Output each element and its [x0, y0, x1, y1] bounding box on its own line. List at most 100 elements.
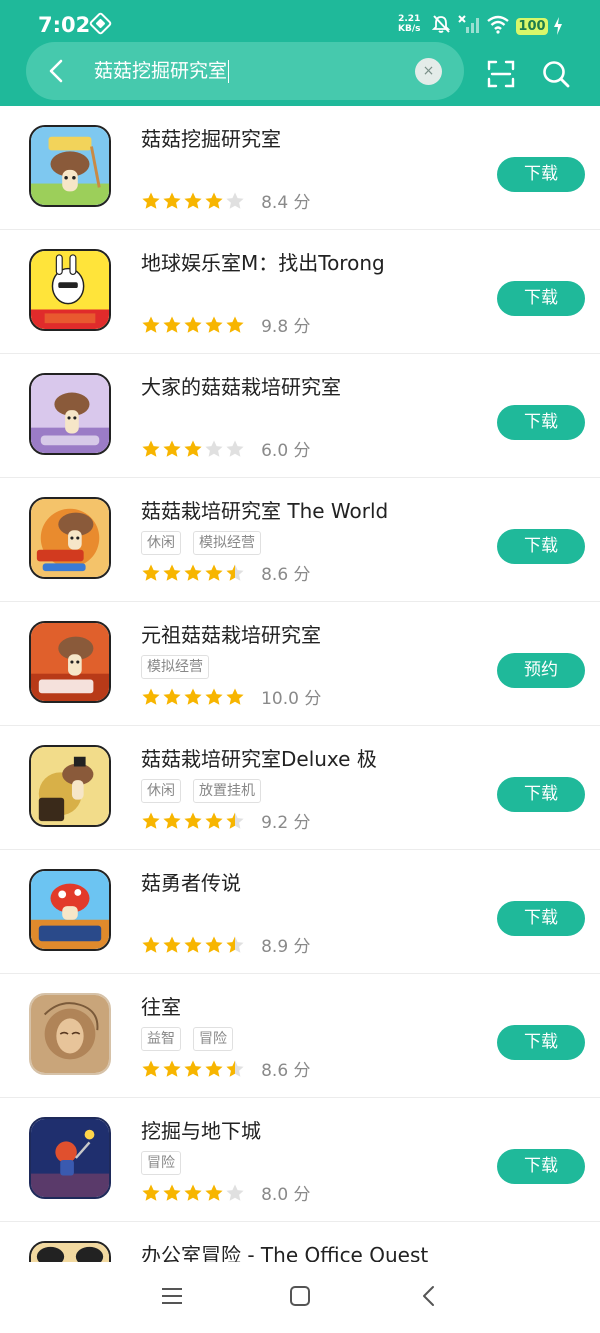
star-rating	[141, 439, 246, 459]
score-text: 9.8 分	[261, 317, 311, 337]
score-text: 6.0 分	[261, 441, 311, 461]
text-cursor	[228, 60, 229, 83]
app-icon-wangshi[interactable]	[29, 993, 111, 1075]
score-text: 8.6 分	[261, 1061, 311, 1081]
list-item[interactable]: 挖掘与地下城 冒险 8.0 分 下载	[0, 1098, 600, 1222]
star-rating	[141, 315, 246, 335]
star-icon	[142, 1184, 160, 1201]
rating: 8.6 分	[141, 560, 311, 585]
star-icon	[226, 936, 244, 953]
app-title[interactable]: 菇勇者传说	[141, 867, 241, 896]
genre-tag: 休闲	[141, 531, 181, 555]
app-title[interactable]: 办公室冒险 - The Office Quest	[141, 1239, 428, 1262]
app-icon-everyone-mushroom[interactable]	[29, 373, 111, 455]
download-button[interactable]: 下载	[497, 157, 585, 192]
star-icon	[226, 316, 244, 333]
network-speed-unit: KB/s	[398, 24, 421, 34]
list-item[interactable]: 菇菇挖掘研究室 8.4 分 下载	[0, 106, 600, 230]
app-title[interactable]: 挖掘与地下城	[141, 1115, 261, 1144]
star-icon	[226, 564, 244, 581]
star-icon	[226, 440, 244, 457]
list-item[interactable]: 办公室冒险 - The Office Quest	[0, 1222, 600, 1262]
star-icon	[226, 688, 244, 705]
star-rating	[141, 191, 246, 211]
app-title[interactable]: 往室	[141, 991, 181, 1020]
rating: 9.8 分	[141, 312, 311, 337]
charging-icon	[554, 17, 562, 35]
search-bar[interactable]	[26, 42, 464, 100]
download-button[interactable]: 下载	[497, 1149, 585, 1184]
list-item[interactable]: 菇菇栽培研究室 The World 休闲 模拟经营 8.6 分 下载	[0, 478, 600, 602]
star-icon	[184, 564, 202, 581]
reserve-button[interactable]: 预约	[497, 653, 585, 688]
star-icon	[205, 1184, 223, 1201]
list-item[interactable]: 菇勇者传说 8.9 分 下载	[0, 850, 600, 974]
app-icon-mushroom-dig[interactable]	[29, 125, 111, 207]
star-icon	[142, 1060, 160, 1077]
genre-tag: 冒险	[193, 1027, 233, 1051]
rating: 8.9 分	[141, 932, 311, 957]
network-speed: 2.21 KB/s	[398, 14, 420, 34]
star-icon	[142, 192, 160, 209]
download-button[interactable]: 下载	[497, 529, 585, 564]
star-icon	[163, 1060, 181, 1077]
app-title[interactable]: 元祖菇菇栽培研究室	[141, 619, 321, 648]
download-button[interactable]: 下载	[497, 281, 585, 316]
list-item[interactable]: 往室 益智 冒险 8.6 分 下载	[0, 974, 600, 1098]
app-icon-office-quest[interactable]	[29, 1241, 111, 1262]
star-icon	[226, 192, 244, 209]
clear-search-button[interactable]: ×	[415, 58, 442, 85]
wifi-icon	[487, 15, 509, 34]
menu-icon[interactable]	[160, 1284, 184, 1308]
list-item[interactable]: 菇菇栽培研究室Deluxe 极 休闲 放置挂机 9.2 分 下载	[0, 726, 600, 850]
app-title[interactable]: 大家的菇菇栽培研究室	[141, 371, 341, 400]
app-icon-legend-of-mushroom[interactable]	[29, 869, 111, 951]
app-icon-torong[interactable]	[29, 249, 111, 331]
download-button[interactable]: 下载	[497, 1025, 585, 1060]
star-rating	[141, 1059, 246, 1079]
app-title[interactable]: 菇菇栽培研究室 The World	[141, 495, 388, 524]
star-icon	[142, 564, 160, 581]
star-icon	[163, 1184, 181, 1201]
app-title[interactable]: 菇菇挖掘研究室	[141, 123, 281, 152]
star-rating	[141, 935, 246, 955]
star-icon	[226, 1060, 244, 1077]
app-icon-mushroom-world[interactable]	[29, 497, 111, 579]
star-icon	[184, 1060, 202, 1077]
back-nav-icon[interactable]	[418, 1284, 442, 1308]
app-title[interactable]: 菇菇栽培研究室Deluxe 极	[141, 743, 377, 772]
scan-icon[interactable]	[486, 59, 516, 89]
list-item[interactable]: 大家的菇菇栽培研究室 6.0 分 下载	[0, 354, 600, 478]
list-item[interactable]: 元祖菇菇栽培研究室 模拟经营 10.0 分 预约	[0, 602, 600, 726]
star-rating	[141, 1183, 246, 1203]
download-button[interactable]: 下载	[497, 777, 585, 812]
star-rating	[141, 563, 246, 583]
app-icon-dig-dungeon[interactable]	[29, 1117, 111, 1199]
star-icon	[142, 936, 160, 953]
app-icon-mushroom-deluxe[interactable]	[29, 745, 111, 827]
score-text: 8.0 分	[261, 1185, 311, 1205]
battery-indicator: 100	[516, 18, 548, 35]
star-icon	[163, 936, 181, 953]
back-icon[interactable]	[40, 54, 74, 88]
download-button[interactable]: 下载	[497, 405, 585, 440]
app-title[interactable]: 地球娱乐室M：找出Torong	[141, 247, 385, 276]
list-item[interactable]: 地球娱乐室M：找出Torong 9.8 分 下载	[0, 230, 600, 354]
tag-list: 休闲 放置挂机	[141, 779, 273, 803]
star-icon	[184, 192, 202, 209]
search-results-list[interactable]: 菇菇挖掘研究室 8.4 分 下载 地球娱乐室M：找出Torong 9.8 分 下…	[0, 106, 600, 1262]
status-time: 7:02	[38, 13, 91, 37]
search-icon[interactable]	[541, 59, 571, 89]
score-text: 10.0 分	[261, 689, 322, 709]
score-text: 8.6 分	[261, 565, 311, 585]
star-icon	[226, 812, 244, 829]
home-icon[interactable]	[288, 1284, 312, 1308]
star-icon	[184, 440, 202, 457]
star-icon	[226, 1184, 244, 1201]
download-button[interactable]: 下载	[497, 901, 585, 936]
star-icon	[142, 440, 160, 457]
rating: 9.2 分	[141, 808, 311, 833]
search-input[interactable]: 菇菇挖掘研究室	[94, 58, 227, 84]
star-rating	[141, 811, 246, 831]
app-icon-original-mushroom[interactable]	[29, 621, 111, 703]
